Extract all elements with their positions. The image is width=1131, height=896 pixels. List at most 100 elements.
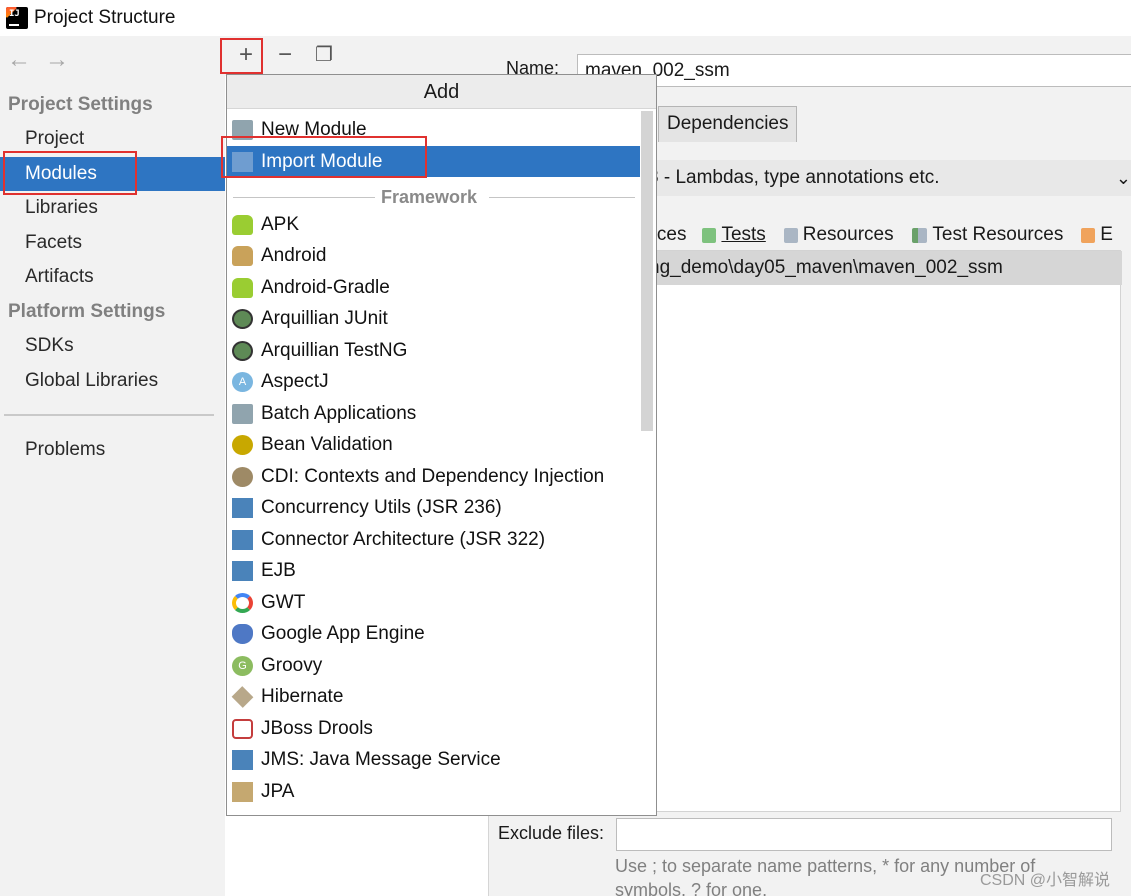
popup-item-label: AspectJ	[261, 371, 329, 392]
bean-validation-icon	[232, 435, 253, 455]
popup-item-label: JPA	[261, 781, 295, 802]
back-arrow-icon[interactable]: ←	[4, 46, 34, 74]
watermark-text: CSDN @小智解说	[980, 872, 1111, 889]
resources-label[interactable]: Resources	[803, 224, 894, 246]
popup-item-groovy[interactable]: G Groovy	[227, 650, 656, 681]
popup-item-ejb[interactable]: EJB	[227, 555, 656, 586]
highlight-import-module-box	[221, 136, 427, 178]
sidebar-divider	[4, 414, 214, 416]
project-structure-window: IJ Project Structure ← → Project Setting…	[0, 0, 1131, 896]
javaee-icon	[232, 498, 253, 518]
android-icon	[232, 278, 253, 298]
window-title: Project Structure	[34, 7, 176, 28]
popup-list: New Module Import Module Framework APK A…	[227, 111, 656, 815]
popup-item-arquillian-junit[interactable]: Arquillian JUnit	[227, 303, 656, 334]
jpa-icon	[232, 782, 253, 802]
popup-item-label: Bean Validation	[261, 434, 393, 455]
arquillian-icon	[232, 341, 253, 361]
sidebar-item-libraries[interactable]: Libraries	[0, 191, 225, 225]
sidebar-item-facets[interactable]: Facets	[0, 226, 225, 260]
javaee-icon	[232, 530, 253, 550]
popup-item-label: Google App Engine	[261, 623, 425, 644]
popup-item-label: CDI: Contexts and Dependency Injection	[261, 466, 605, 487]
language-level-value: 8 - Lambdas, type annotations etc.	[648, 167, 940, 188]
tests-folder-icon	[702, 227, 717, 243]
resources-folder-icon	[783, 227, 798, 243]
tests-label[interactable]: Tests	[721, 224, 765, 246]
module-name-field[interactable]: maven_002_ssm	[577, 54, 1131, 87]
popup-item-label: Groovy	[261, 655, 323, 676]
platform-settings-header: Platform Settings	[8, 301, 166, 322]
framework-separator: Framework	[227, 183, 642, 211]
tab-dependencies[interactable]: Dependencies	[658, 106, 798, 142]
sidebar-item-global-libraries[interactable]: Global Libraries	[0, 364, 225, 398]
modules-toolbar: + − ❐	[225, 36, 489, 76]
popup-item-apk[interactable]: APK	[227, 209, 656, 240]
popup-item-label: Android	[261, 245, 327, 266]
content-root-panel: ng_demo\day05_maven\maven_002_ssm	[640, 250, 1122, 812]
exclude-files-field[interactable]	[616, 818, 1112, 851]
test-resources-folder-icon	[911, 227, 928, 243]
popup-item-label: JMS: Java Message Service	[261, 749, 501, 770]
sidebar-item-problems[interactable]: Problems	[0, 433, 225, 467]
javaee-icon	[232, 750, 253, 770]
popup-item-label: APK	[261, 214, 300, 235]
popup-title: Add	[227, 75, 656, 109]
popup-item-hibernate[interactable]: Hibernate	[227, 681, 656, 712]
nav-arrows: ← →	[4, 46, 72, 74]
title-bar: IJ Project Structure	[0, 0, 1131, 36]
popup-scrollbar-thumb[interactable]	[641, 111, 653, 431]
excluded-label[interactable]: E	[1100, 224, 1113, 246]
test-resources-label[interactable]: Test Resources	[932, 224, 1063, 246]
popup-item-gwt[interactable]: GWT	[227, 587, 656, 618]
popup-item-jboss-drools[interactable]: JBoss Drools	[227, 713, 656, 744]
popup-item-label: Arquillian TestNG	[261, 340, 408, 361]
drools-icon	[232, 719, 253, 739]
cdi-icon	[232, 467, 253, 487]
intellij-logo-letters: IJ	[9, 9, 20, 19]
popup-item-label: GWT	[261, 592, 306, 613]
groovy-icon: G	[232, 656, 253, 676]
exclude-files-label: Exclude files:	[498, 823, 605, 843]
project-settings-header: Project Settings	[8, 94, 153, 115]
excluded-folder-icon	[1081, 227, 1096, 243]
android-folder-icon	[232, 246, 253, 266]
hibernate-icon	[231, 686, 254, 708]
popup-item-connector-architecture[interactable]: Connector Architecture (JSR 322)	[227, 524, 656, 555]
android-icon	[232, 215, 253, 235]
popup-item-cdi[interactable]: CDI: Contexts and Dependency Injection	[227, 461, 656, 492]
popup-item-bean-validation[interactable]: Bean Validation	[227, 429, 656, 460]
framework-heading: Framework	[381, 187, 478, 207]
intellij-logo-icon: IJ	[6, 7, 28, 29]
popup-item-concurrency-utils[interactable]: Concurrency Utils (JSR 236)	[227, 492, 656, 523]
popup-item-batch-applications[interactable]: Batch Applications	[227, 398, 656, 429]
popup-item-jms[interactable]: JMS: Java Message Service	[227, 744, 656, 775]
aspectj-icon: A	[232, 372, 253, 392]
popup-item-android[interactable]: Android	[227, 240, 656, 271]
popup-item-label: Batch Applications	[261, 403, 417, 424]
chevron-down-icon: ⌄	[1115, 168, 1131, 188]
popup-item-jpa[interactable]: JPA	[227, 776, 656, 807]
remove-button[interactable]: −	[266, 40, 304, 70]
sidebar-item-artifacts[interactable]: Artifacts	[0, 260, 225, 294]
highlight-modules-box	[3, 151, 137, 195]
popup-item-label: Android-Gradle	[261, 277, 390, 298]
arquillian-icon	[232, 309, 253, 329]
language-level-select[interactable]: 8 - Lambdas, type annotations etc. ⌄	[640, 160, 1131, 196]
popup-item-label: Arquillian JUnit	[261, 308, 388, 329]
app-engine-icon	[232, 624, 253, 644]
content-root-path[interactable]: ng_demo\day05_maven\maven_002_ssm	[641, 251, 1122, 285]
highlight-add-box	[220, 38, 263, 74]
sidebar-item-sdks[interactable]: SDKs	[0, 329, 225, 363]
forward-arrow-icon[interactable]: →	[42, 46, 72, 74]
popup-item-google-app-engine[interactable]: Google App Engine	[227, 618, 656, 649]
copy-button[interactable]: ❐	[305, 40, 343, 70]
javaee-icon	[232, 561, 253, 581]
popup-item-arquillian-testng[interactable]: Arquillian TestNG	[227, 335, 656, 366]
popup-item-label: Hibernate	[261, 686, 344, 707]
popup-item-android-gradle[interactable]: Android-Gradle	[227, 272, 656, 303]
add-popup: Add New Module Import Module Framework A…	[226, 74, 657, 816]
popup-item-label: Concurrency Utils (JSR 236)	[261, 497, 502, 518]
popup-item-aspectj[interactable]: A AspectJ	[227, 366, 656, 397]
popup-item-label: EJB	[261, 560, 296, 581]
